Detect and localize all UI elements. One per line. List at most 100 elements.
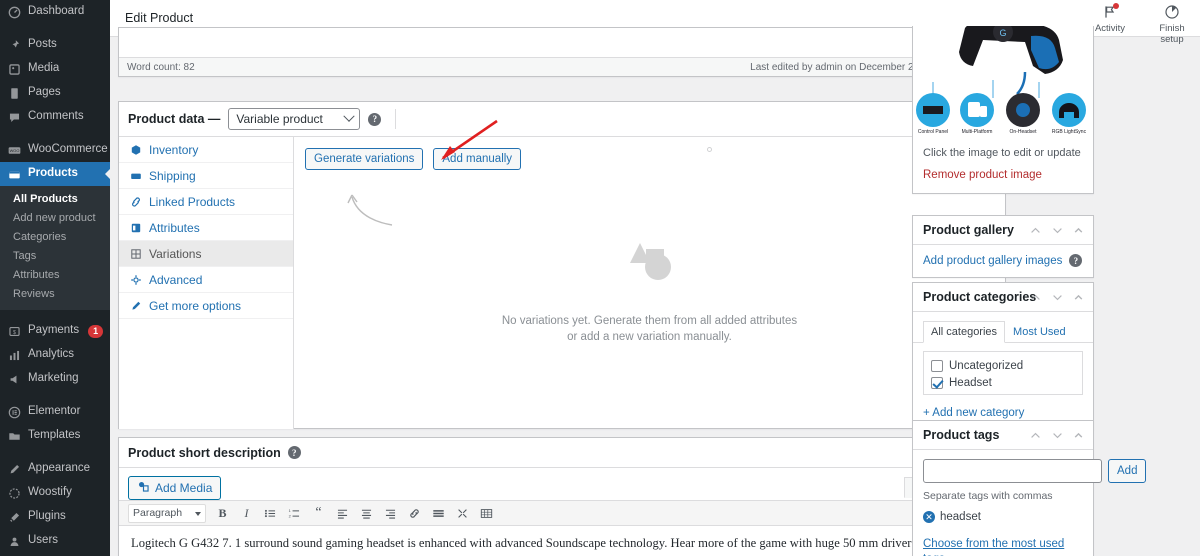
product-categories-body: All categories Most Used Uncategorized H… <box>913 312 1093 429</box>
sidebar-item-dashboard[interactable]: Dashboard <box>0 0 110 24</box>
submenu-item-all-products[interactable]: All Products <box>0 190 110 209</box>
product-image-thumbnail[interactable]: G Control Panel Multi-Platform On-Headse… <box>913 26 1093 140</box>
sidebar-item-users[interactable]: Users <box>0 529 110 553</box>
category-item-headset[interactable]: Headset <box>931 374 1075 391</box>
bold-icon[interactable]: B <box>215 505 230 522</box>
checkbox-icon[interactable] <box>931 359 943 372</box>
sidebar-item-label: Appearance <box>28 462 91 475</box>
wordpress-admin-screen: Dashboard Posts Media Pages Comments WOO… <box>0 0 1200 556</box>
description-editor-remnant: Word count: 82 Last edited by admin on D… <box>118 27 1006 77</box>
svg-text:$: $ <box>13 329 16 335</box>
blockquote-icon[interactable]: “ <box>311 505 326 522</box>
move-down-icon[interactable] <box>1051 224 1064 237</box>
italic-icon[interactable]: I <box>239 505 254 522</box>
align-center-icon[interactable] <box>359 505 374 522</box>
tab-most-used[interactable]: Most Used <box>1005 321 1074 343</box>
add-new-category-link[interactable]: + Add new category <box>923 404 1083 419</box>
attributes-icon <box>129 221 142 234</box>
move-up-icon[interactable] <box>1029 429 1042 442</box>
tab-inventory[interactable]: Inventory <box>119 137 293 163</box>
comment-icon <box>7 110 22 125</box>
help-tip-icon[interactable]: ? <box>368 112 382 126</box>
add-manually-button[interactable]: Add manually <box>433 148 522 170</box>
help-tip-icon[interactable]: ? <box>287 446 301 459</box>
submenu-item-attributes[interactable]: Attributes <box>0 266 110 285</box>
sidebar-item-pages[interactable]: Pages <box>0 81 110 105</box>
fullscreen-icon[interactable] <box>455 505 470 522</box>
toggle-panel-icon[interactable] <box>1073 291 1086 304</box>
advanced-icon <box>129 273 142 286</box>
numbered-list-icon[interactable]: 12 <box>287 505 302 522</box>
move-down-icon[interactable] <box>1051 291 1064 304</box>
link-icon[interactable] <box>407 505 422 522</box>
category-item-uncategorized[interactable]: Uncategorized <box>931 357 1075 374</box>
tab-shipping[interactable]: Shipping <box>119 163 293 189</box>
variations-actions: Generate variations Add manually <box>294 137 1005 170</box>
sidebar-item-templates[interactable]: Templates <box>0 424 110 448</box>
category-list: Uncategorized Headset <box>923 351 1083 395</box>
tag-input[interactable] <box>923 459 1102 483</box>
tab-get-more-options[interactable]: Get more options <box>119 293 293 319</box>
paragraph-format-select[interactable]: Paragraph <box>128 503 206 523</box>
payments-icon: $ <box>7 324 22 339</box>
sidebar-item-woostify[interactable]: Woostify <box>0 481 110 505</box>
tab-advanced[interactable]: Advanced <box>119 267 293 293</box>
toggle-panel-icon[interactable] <box>1073 429 1086 442</box>
generate-variations-button[interactable]: Generate variations <box>305 148 424 170</box>
toolbar-toggle-icon[interactable] <box>479 505 494 522</box>
align-left-icon[interactable] <box>335 505 350 522</box>
svg-text:G: G <box>999 28 1006 38</box>
bulleted-list-icon[interactable] <box>263 505 278 522</box>
sidebar-item-label: Posts <box>28 38 57 51</box>
toggle-panel-icon[interactable] <box>1073 224 1086 237</box>
product-data-panel: Product data — Variable product ? Invent… <box>118 101 1006 429</box>
short-description-body[interactable]: Logitech G G432 7. 1 surround sound gami… <box>119 526 1005 556</box>
move-up-icon[interactable] <box>1029 224 1042 237</box>
sidebar-item-payments[interactable]: $ Payments 1 <box>0 319 110 343</box>
remove-product-image-link[interactable]: Remove product image <box>913 159 1093 181</box>
most-used-tags-label[interactable]: Choose from the most used tags <box>923 538 1064 556</box>
templates-icon <box>7 429 22 444</box>
sidebar-item-label: Plugins <box>28 510 66 523</box>
product-type-value: Variable product <box>236 112 323 126</box>
help-tip-icon[interactable]: ? <box>1069 254 1083 267</box>
submenu-item-add-new-product[interactable]: Add new product <box>0 209 110 228</box>
add-media-icon <box>137 480 150 496</box>
align-right-icon[interactable] <box>383 505 398 522</box>
sidebar-item-analytics[interactable]: Analytics <box>0 343 110 367</box>
submenu-item-categories[interactable]: Categories <box>0 228 110 247</box>
move-down-icon[interactable] <box>1051 429 1064 442</box>
submenu-item-tags[interactable]: Tags <box>0 247 110 266</box>
sidebar-item-products[interactable]: Products <box>0 162 110 186</box>
loading-dot-icon <box>707 147 712 152</box>
svg-text:2: 2 <box>289 513 291 518</box>
remove-tag-icon[interactable]: ✕ <box>923 511 935 523</box>
sidebar-item-marketing[interactable]: Marketing <box>0 367 110 391</box>
media-icon <box>7 62 22 77</box>
sidebar-item-appearance[interactable]: Appearance <box>0 457 110 481</box>
product-gallery-body: Add product gallery images ? <box>913 245 1093 277</box>
add-tag-button[interactable]: Add <box>1108 459 1147 483</box>
tab-all-categories[interactable]: All categories <box>923 321 1006 343</box>
remove-product-image-label: Remove product image <box>923 169 1042 181</box>
most-used-tags-link[interactable]: Choose from the most used tags <box>923 535 1083 556</box>
tab-attributes[interactable]: Attributes <box>119 215 293 241</box>
product-categories-title: Product categories <box>923 290 1037 304</box>
product-type-select[interactable]: Variable product <box>228 108 361 130</box>
sidebar-item-comments[interactable]: Comments <box>0 105 110 129</box>
sidebar-item-media[interactable]: Media <box>0 57 110 81</box>
sidebar-item-elementor[interactable]: Elementor <box>0 400 110 424</box>
tab-linked-products[interactable]: Linked Products <box>119 189 293 215</box>
sidebar-item-posts[interactable]: Posts <box>0 33 110 57</box>
checkbox-checked-icon[interactable] <box>931 376 943 389</box>
sidebar-item-woocommerce[interactable]: WOO WooCommerce <box>0 138 110 162</box>
add-product-gallery-images-link[interactable]: Add product gallery images <box>923 255 1062 267</box>
move-up-icon[interactable] <box>1029 291 1042 304</box>
add-media-button[interactable]: Add Media <box>128 476 222 500</box>
submenu-item-reviews[interactable]: Reviews <box>0 285 110 304</box>
read-more-icon[interactable] <box>431 505 446 522</box>
sidebar-item-plugins[interactable]: Plugins <box>0 505 110 529</box>
tab-variations[interactable]: Variations <box>119 241 293 267</box>
shipping-icon <box>129 169 142 182</box>
product-data-header: Product data — Variable product ? <box>119 102 1005 137</box>
